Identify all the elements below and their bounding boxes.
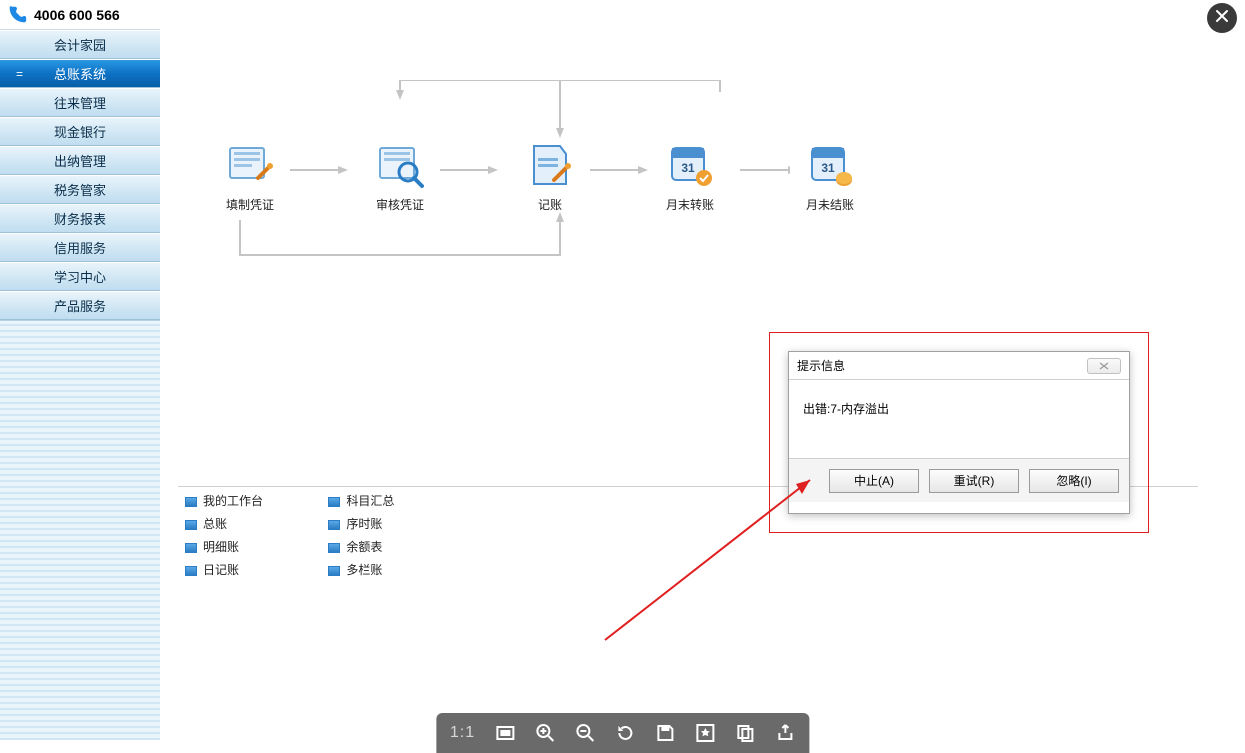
- sidebar-item-credit[interactable]: 信用服务: [0, 233, 160, 262]
- calendar-close-icon: 31: [804, 140, 856, 190]
- copy-button[interactable]: [735, 723, 755, 743]
- sidebar-item-receivables[interactable]: 往来管理: [0, 88, 160, 117]
- fullscreen-button[interactable]: [495, 723, 515, 743]
- sidebar-item-cashier[interactable]: 出纳管理: [0, 146, 160, 175]
- dialog-message: 出错:7-内存溢出: [803, 402, 889, 416]
- dialog-button-row: 中止(A) 重试(R) 忽略(I): [789, 458, 1129, 502]
- zoom-out-icon: [575, 723, 595, 743]
- dialog-highlight-box: 提示信息 出错:7-内存溢出 中止(A) 重试(R) 忽略(I): [769, 332, 1149, 533]
- sidebar-item-learning[interactable]: 学习中心: [0, 262, 160, 291]
- save-button[interactable]: [655, 723, 675, 743]
- sidebar-background: [0, 320, 160, 740]
- save-icon: [655, 723, 675, 743]
- phone-bar: 4006 600 566: [0, 0, 160, 30]
- link-detail-ledger[interactable]: 明细账: [185, 538, 325, 555]
- workflow-node-post[interactable]: 记账: [500, 140, 600, 213]
- sidebar-item-general-ledger[interactable]: 总账系统: [0, 59, 160, 88]
- quick-links: 我的工作台 总账 明细账 日记账 科目汇总 序时账 余额表 多栏账: [185, 492, 685, 584]
- post-icon: [524, 140, 576, 190]
- sidebar-item-accounting-home[interactable]: 会计家园: [0, 30, 160, 59]
- workflow-label: 填制凭证: [200, 196, 300, 213]
- link-column-2: 科目汇总 序时账 余额表 多栏账: [328, 492, 468, 584]
- abort-button[interactable]: 中止(A): [829, 469, 919, 493]
- close-icon: [1214, 8, 1230, 29]
- calendar-transfer-icon: 31: [664, 140, 716, 190]
- error-dialog: 提示信息 出错:7-内存溢出 中止(A) 重试(R) 忽略(I): [788, 351, 1130, 514]
- favorite-button[interactable]: [695, 723, 715, 743]
- close-icon: [1099, 362, 1109, 370]
- dialog-close-button[interactable]: [1087, 358, 1121, 374]
- link-chronological[interactable]: 序时账: [328, 515, 468, 532]
- workflow-label: 月未结账: [780, 196, 880, 213]
- link-subject-summary[interactable]: 科目汇总: [328, 492, 468, 509]
- link-general-ledger[interactable]: 总账: [185, 515, 325, 532]
- workflow-node-month-close[interactable]: 31 月未结账: [780, 140, 880, 213]
- viewer-toolbar: 1:1: [436, 713, 809, 753]
- link-balance-sheet[interactable]: 余额表: [328, 538, 468, 555]
- rotate-button[interactable]: [615, 723, 635, 743]
- zoom-out-button[interactable]: [575, 723, 595, 743]
- link-multi-column[interactable]: 多栏账: [328, 561, 468, 578]
- workflow-node-month-transfer[interactable]: 31 月末转账: [640, 140, 740, 213]
- dialog-titlebar: 提示信息: [789, 352, 1129, 380]
- workflow-label: 记账: [500, 196, 600, 213]
- sidebar: 会计家园 总账系统 往来管理 现金银行 出纳管理 税务管家 财务报表 信用服务 …: [0, 30, 160, 740]
- rotate-icon: [615, 723, 635, 743]
- workflow-diagram: 填制凭证 审核凭证 记账 31 月末转账 31 月未结账: [180, 80, 880, 300]
- workflow-label: 月末转账: [640, 196, 740, 213]
- phone-number: 4006 600 566: [34, 7, 120, 23]
- workflow-node-create-voucher[interactable]: 填制凭证: [200, 140, 300, 213]
- workflow-node-audit-voucher[interactable]: 审核凭证: [350, 140, 450, 213]
- link-my-workbench[interactable]: 我的工作台: [185, 492, 325, 509]
- share-icon: [775, 723, 795, 743]
- sidebar-item-product-service[interactable]: 产品服务: [0, 291, 160, 320]
- svg-text:31: 31: [821, 161, 835, 175]
- dialog-title: 提示信息: [797, 357, 845, 374]
- sidebar-item-tax[interactable]: 税务管家: [0, 175, 160, 204]
- workflow-label: 审核凭证: [350, 196, 450, 213]
- star-icon: [695, 723, 715, 743]
- voucher-audit-icon: [374, 140, 426, 190]
- copy-icon: [735, 723, 755, 743]
- ignore-button[interactable]: 忽略(I): [1029, 469, 1119, 493]
- sidebar-item-reports[interactable]: 财务报表: [0, 204, 160, 233]
- phone-icon: [6, 4, 28, 26]
- dialog-body: 出错:7-内存溢出: [789, 380, 1129, 458]
- zoom-in-button[interactable]: [535, 723, 555, 743]
- fullscreen-icon: [495, 723, 515, 743]
- link-column-1: 我的工作台 总账 明细账 日记账: [185, 492, 325, 584]
- svg-text:31: 31: [681, 161, 695, 175]
- zoom-ratio: 1:1: [450, 724, 475, 742]
- zoom-in-icon: [535, 723, 555, 743]
- share-button[interactable]: [775, 723, 795, 743]
- close-button[interactable]: [1207, 3, 1237, 33]
- retry-button[interactable]: 重试(R): [929, 469, 1019, 493]
- voucher-create-icon: [224, 140, 276, 190]
- sidebar-item-cash-bank[interactable]: 现金银行: [0, 117, 160, 146]
- link-journal[interactable]: 日记账: [185, 561, 325, 578]
